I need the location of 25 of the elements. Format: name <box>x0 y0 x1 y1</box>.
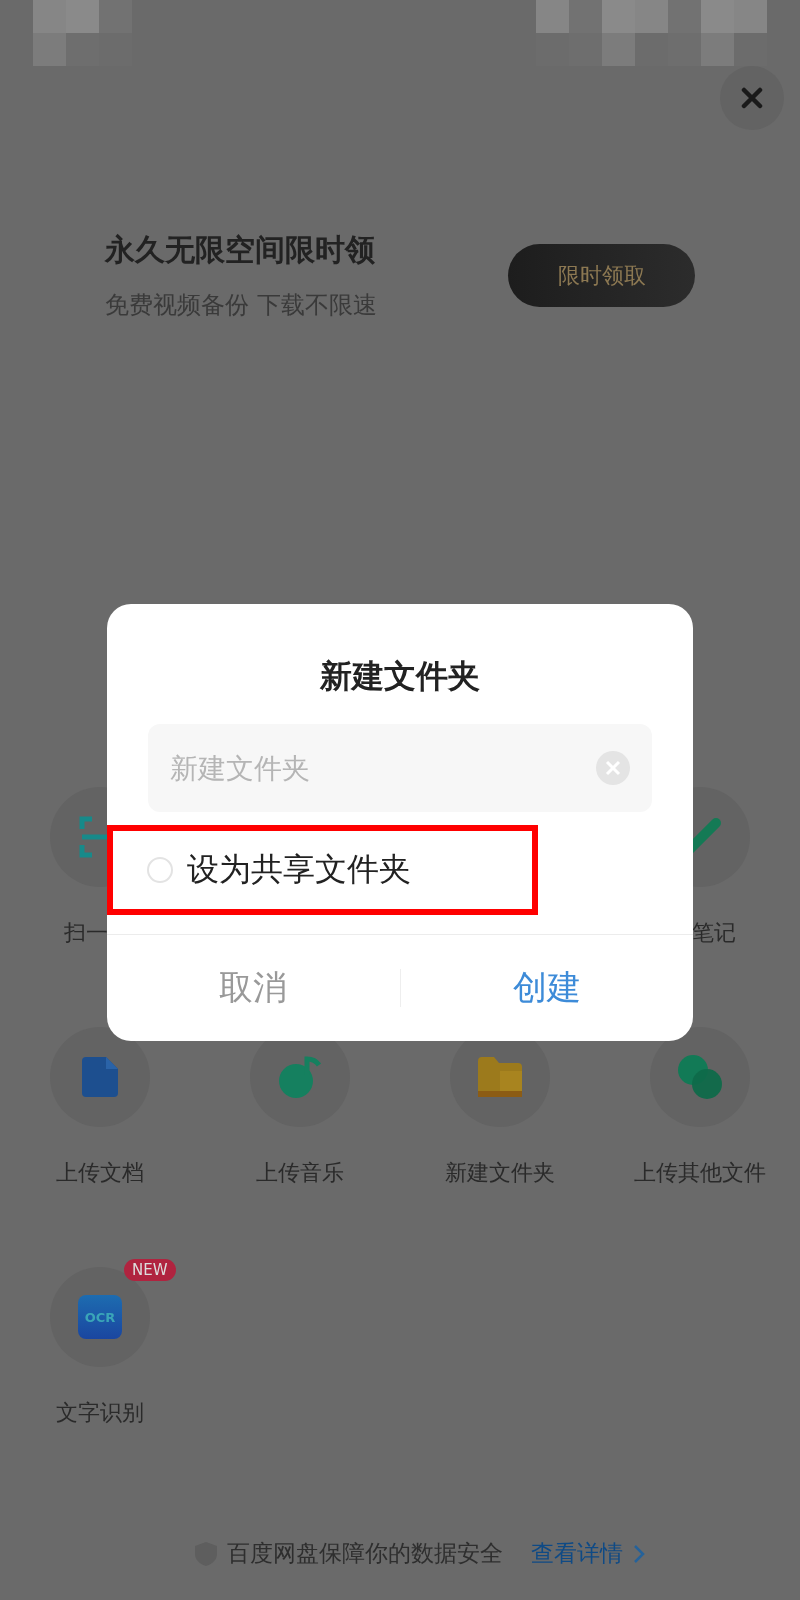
action-label: 上传文档 <box>56 1159 144 1187</box>
action-label: 上传其他文件 <box>634 1159 766 1187</box>
promo-title: 永久无限空间限时领 <box>105 231 376 269</box>
chevron-right-icon <box>633 1543 645 1564</box>
music-note-icon <box>277 1055 323 1099</box>
document-icon <box>82 1057 118 1097</box>
cancel-button[interactable]: 取消 <box>107 935 400 1041</box>
action-label: 文字识别 <box>56 1399 144 1427</box>
claim-button[interactable]: 限时领取 <box>508 244 695 307</box>
details-link[interactable]: 查看详情 <box>531 1538 623 1569</box>
create-button[interactable]: 创建 <box>400 935 693 1041</box>
dialog-title: 新建文件夹 <box>319 656 481 697</box>
action-label: 新建文件夹 <box>445 1159 555 1187</box>
new-badge: NEW <box>124 1259 176 1281</box>
close-icon <box>741 87 763 109</box>
overlapping-circles-icon <box>677 1054 723 1100</box>
security-note: 百度网盘保障你的数据安全 <box>227 1539 503 1568</box>
ocr-icon: OCR <box>78 1295 122 1339</box>
radio-button[interactable] <box>147 857 173 883</box>
folder-icon <box>478 1057 522 1097</box>
folder-name-field[interactable]: 新建文件夹 <box>148 724 652 812</box>
share-folder-label: 设为共享文件夹 <box>187 849 411 890</box>
action-label: 笔记 <box>692 919 736 947</box>
action-label: 上传音乐 <box>256 1159 344 1187</box>
action-label: 扫一 <box>64 919 108 947</box>
